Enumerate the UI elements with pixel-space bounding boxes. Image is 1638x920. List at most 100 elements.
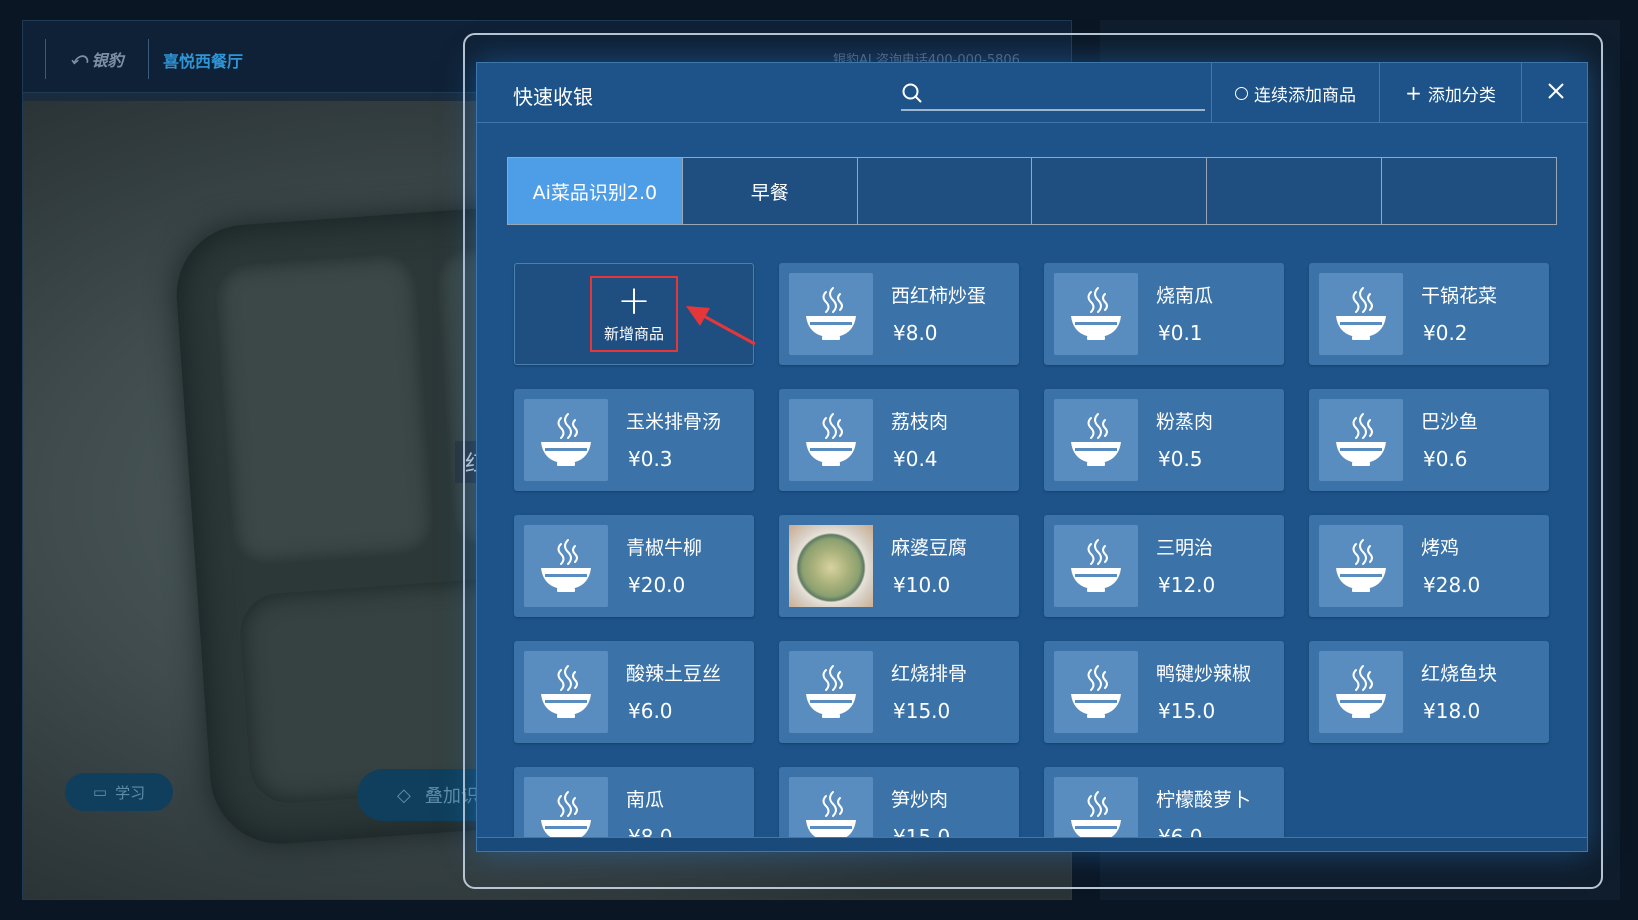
close-icon[interactable] — [1547, 82, 1565, 105]
product-price: ¥15.0 — [893, 699, 951, 723]
product-photo — [789, 525, 873, 607]
product-card[interactable]: 干锅花菜 ¥0.2 — [1309, 263, 1549, 365]
product-card[interactable]: 青椒牛柳 ¥20.0 — [514, 515, 754, 617]
product-card[interactable]: 荔枝肉 ¥0.4 — [779, 389, 1019, 491]
bowl-icon — [1054, 273, 1138, 355]
product-name: 西红柿炒蛋 — [891, 285, 987, 307]
bowl-icon — [1054, 651, 1138, 733]
product-card[interactable]: 鸭键炒辣椒 ¥15.0 — [1044, 641, 1284, 743]
mapo-tofu-photo — [789, 525, 873, 607]
product-card[interactable]: 西红柿炒蛋 ¥8.0 — [779, 263, 1019, 365]
plus-icon: + — [1405, 81, 1422, 105]
tab-6[interactable] — [1382, 158, 1556, 224]
logo-icon: ⤺ — [70, 49, 88, 68]
category-tabs: Ai菜品识别2.0 早餐 — [507, 157, 1557, 225]
tab-1[interactable]: Ai菜品识别2.0 — [508, 158, 682, 224]
product-name: 干锅花菜 — [1421, 285, 1498, 307]
brand-logo: ⤺ 银豹 — [45, 39, 149, 79]
product-name: 青椒牛柳 — [626, 537, 703, 559]
product-card[interactable]: 麻婆豆腐 ¥10.0 — [779, 515, 1019, 617]
add-category-label: 添加分类 — [1427, 85, 1496, 106]
search-box[interactable] — [901, 77, 1205, 111]
radio-circle-icon[interactable] — [1235, 86, 1248, 100]
product-name: 笋炒肉 — [891, 789, 949, 811]
bowl-icon — [524, 777, 608, 837]
product-card[interactable]: 柠檬酸萝卜 ¥6.0 — [1044, 767, 1284, 837]
close-button[interactable] — [1521, 63, 1589, 123]
product-name: 红烧鱼块 — [1421, 663, 1498, 685]
bowl-icon — [1054, 525, 1138, 607]
product-card[interactable]: 巴沙鱼 ¥0.6 — [1309, 389, 1549, 491]
tab-2[interactable]: 早餐 — [682, 158, 857, 224]
product-price: ¥12.0 — [1158, 573, 1216, 597]
product-card[interactable]: 红烧排骨 ¥15.0 — [779, 641, 1019, 743]
product-price: ¥0.6 — [1423, 447, 1468, 471]
product-grid: + 新增商品 西红柿炒蛋 ¥8.0 烧南瓜 ¥0.1 干锅花菜 ¥0.2 玉米排骨汤 ¥0.3… — [507, 263, 1559, 837]
product-name: 南瓜 — [626, 789, 665, 811]
add-product-label: 新增商品 — [603, 324, 664, 343]
bowl-icon — [524, 651, 608, 733]
product-card[interactable]: 红烧鱼块 ¥18.0 — [1309, 641, 1549, 743]
product-card[interactable]: 南瓜 ¥8.0 — [514, 767, 754, 837]
product-name: 三明治 — [1156, 537, 1214, 559]
product-price: ¥20.0 — [628, 573, 686, 597]
product-price: ¥28.0 — [1423, 573, 1481, 597]
image-icon: ▭ — [92, 783, 108, 801]
bowl-icon — [789, 399, 873, 481]
bowl-icon — [789, 777, 873, 837]
bowl-icon — [1319, 273, 1403, 355]
bowl-icon — [524, 399, 608, 481]
product-card[interactable]: 酸辣土豆丝 ¥6.0 — [514, 641, 754, 743]
product-card[interactable]: 烧南瓜 ¥0.1 — [1044, 263, 1284, 365]
modal-header: 快速收银 连续添加商品 + 添加分类 — [477, 63, 1587, 123]
continuous-add-toggle[interactable]: 连续添加商品 — [1211, 63, 1379, 123]
product-price: ¥0.3 — [628, 447, 673, 471]
search-input[interactable] — [931, 83, 1191, 103]
product-card[interactable]: 粉蒸肉 ¥0.5 — [1044, 389, 1284, 491]
bowl-icon — [1054, 777, 1138, 837]
product-price: ¥0.1 — [1158, 321, 1203, 345]
product-name: 粉蒸肉 — [1156, 411, 1214, 433]
modal-title: 快速收银 — [513, 85, 593, 109]
layers-icon: ◇ — [397, 784, 411, 806]
plus-icon: + — [617, 277, 651, 324]
product-price: ¥18.0 — [1423, 699, 1481, 723]
product-name: 红烧排骨 — [891, 663, 968, 685]
bowl-icon — [789, 273, 873, 355]
product-price: ¥8.0 — [628, 825, 673, 837]
learn-button[interactable]: ▭ 学习 — [65, 773, 173, 811]
product-price: ¥6.0 — [1158, 825, 1203, 837]
product-price: ¥0.4 — [893, 447, 938, 471]
continuous-add-label: 连续添加商品 — [1254, 85, 1356, 106]
tray-compartment — [214, 253, 436, 567]
product-card[interactable]: 烤鸡 ¥28.0 — [1309, 515, 1549, 617]
bowl-icon — [1319, 525, 1403, 607]
bowl-icon — [1319, 651, 1403, 733]
add-product-button[interactable]: + 新增商品 — [590, 276, 678, 352]
bowl-icon — [1054, 399, 1138, 481]
modal-footer-strip — [477, 837, 1587, 851]
product-price: ¥10.0 — [893, 573, 951, 597]
product-price: ¥8.0 — [893, 321, 938, 345]
product-name: 玉米排骨汤 — [626, 411, 722, 433]
product-card[interactable]: 笋炒肉 ¥15.0 — [779, 767, 1019, 837]
product-price: ¥15.0 — [1158, 699, 1216, 723]
tab-3[interactable] — [857, 158, 1032, 224]
tab-4[interactable] — [1032, 158, 1207, 224]
product-card[interactable]: 三明治 ¥12.0 — [1044, 515, 1284, 617]
search-icon[interactable] — [901, 82, 923, 104]
product-name: 麻婆豆腐 — [891, 537, 968, 559]
quick-checkout-modal: 快速收银 连续添加商品 + 添加分类 Ai菜品识别2.0 早餐 + 新增商品 西… — [476, 62, 1588, 852]
bowl-icon — [1319, 399, 1403, 481]
product-name: 酸辣土豆丝 — [626, 663, 722, 685]
product-price: ¥0.5 — [1158, 447, 1203, 471]
product-name: 烤鸡 — [1421, 537, 1460, 559]
add-category-button[interactable]: + 添加分类 — [1379, 63, 1521, 123]
product-name: 烧南瓜 — [1156, 285, 1214, 307]
restaurant-name: 喜悦西餐厅 — [163, 52, 244, 71]
product-price: ¥0.2 — [1423, 321, 1468, 345]
product-price: ¥6.0 — [628, 699, 673, 723]
product-grid-container: + 新增商品 西红柿炒蛋 ¥8.0 烧南瓜 ¥0.1 干锅花菜 ¥0.2 玉米排骨汤 ¥0.3… — [507, 263, 1559, 837]
tab-5[interactable] — [1207, 158, 1382, 224]
product-card[interactable]: 玉米排骨汤 ¥0.3 — [514, 389, 754, 491]
